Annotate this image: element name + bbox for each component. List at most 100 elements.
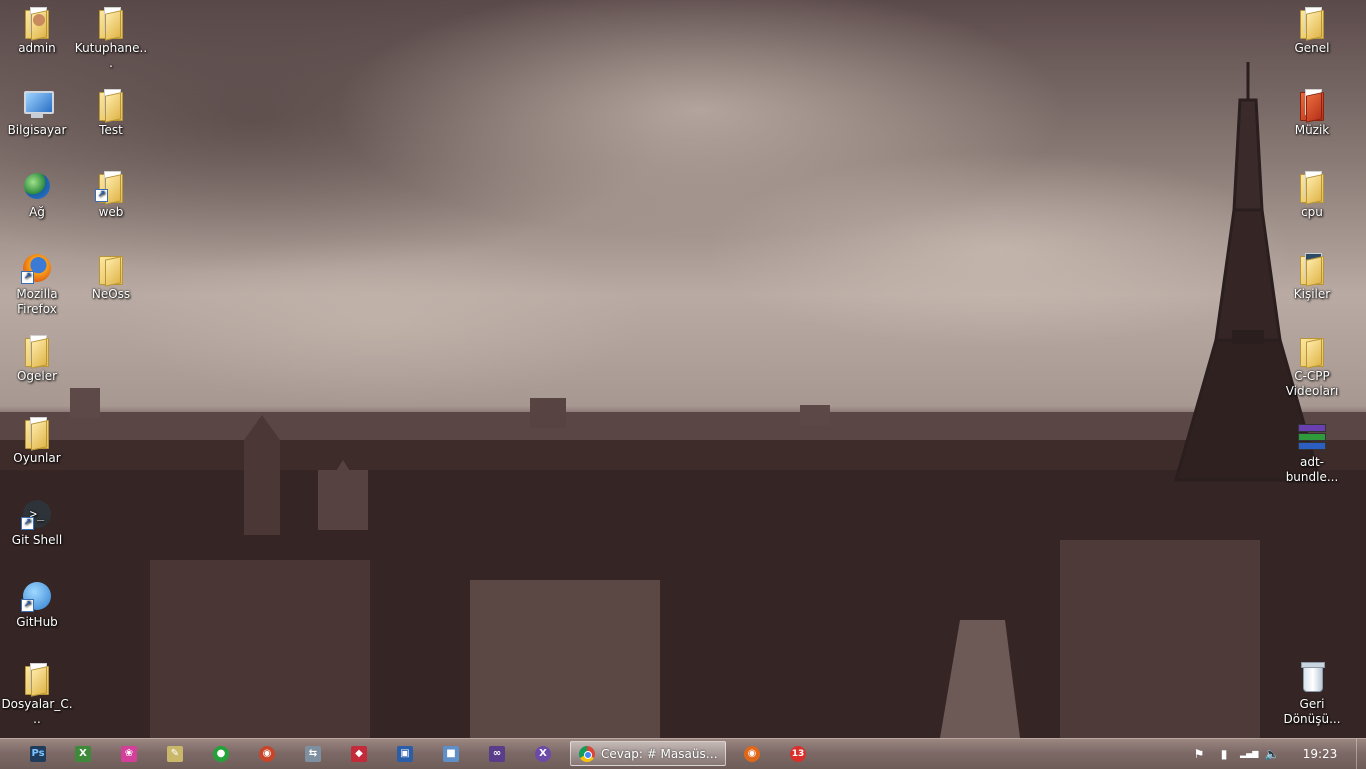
green-ball-icon: ● [213,746,229,762]
desktop-icon-label: Oyunlar [13,451,61,465]
taskbar-visual-studio-button[interactable]: ∞ [477,742,517,766]
taskbar-green-app-button[interactable]: ● [201,742,241,766]
firefox-icon: ↗ [21,252,53,284]
folder-shortcut-icon: ↗ [95,170,127,205]
folder-icon [21,416,53,451]
git-shell-icon: >_ ↗ [21,498,53,530]
desktop-icon-kisiler[interactable]: Kişiler [1275,252,1349,302]
desktop-icon-git-shell[interactable]: >_ ↗ Git Shell [0,498,74,548]
desktop-icon-oyunlar[interactable]: Oyunlar [0,416,74,466]
network-signal-icon[interactable]: ▂▄▆ [1240,746,1258,762]
desktop-icon-muzik[interactable]: Müzik [1275,88,1349,138]
cube-icon: ■ [443,746,459,762]
desktop-icon-label: Git Shell [11,533,63,547]
desktop-icon-label: Kişiler [1293,287,1331,301]
shortcut-arrow-icon: ↗ [95,189,108,202]
desktop-icon-adt-bundle[interactable]: adt-bundle... [1275,420,1349,485]
notepad-icon: ✎ [167,746,183,762]
desktop-icon-label: adt-bundle... [1285,455,1339,484]
desktop-icon-github[interactable]: ↗ GitHub [0,580,74,630]
taskbar-aurora-button[interactable]: ◉ [247,742,287,766]
desktop-icon-test[interactable]: Test [74,88,148,138]
taskbar-notepad-button[interactable]: ✎ [155,742,195,766]
flower-icon: ❀ [121,746,137,762]
desktop-icon-ag[interactable]: Ağ [0,170,74,220]
desktop-icon-label: Genel [1294,41,1330,55]
folder-icon [21,334,53,369]
action-center-flag-icon[interactable]: ⚑ [1191,746,1207,762]
desktop-icon-label: C-CPP Videoları [1285,369,1339,398]
desktop-icon-ogeler[interactable]: Ogeler [0,334,74,384]
badge-app-icon: 13 [790,746,806,762]
folder-icon [95,252,127,287]
user-folder-icon [21,6,53,41]
show-desktop-button[interactable] [1356,739,1366,769]
photoshop-icon: Ps [30,746,46,762]
desktop-icon-admin[interactable]: admin [0,6,74,56]
active-window-title: Cevap: # Masaüstü S... [601,746,719,761]
aurora-icon: ◉ [259,746,275,762]
taskbar-network-tool-button[interactable]: ⇆ [293,742,333,766]
desktop-icon-label: Kutuphane... [74,41,148,70]
spreadsheet-icon: X [75,746,91,762]
desktop-icon-kutuphane[interactable]: Kutuphane... [74,6,148,71]
desktop-icon-label: Mozilla Firefox [16,287,58,316]
desktop-icon-c-cpp-videolari[interactable]: C-CPP Videoları [1275,334,1349,399]
desktop-icon-genel[interactable]: Genel [1275,6,1349,56]
taskbar-gem-app-button[interactable]: ◆ [339,742,379,766]
contacts-folder-icon [1296,252,1328,287]
network-tool-icon: ⇆ [305,746,321,762]
taskbar-xamarin-button[interactable]: X [523,742,563,766]
taskbar-firefox-button[interactable]: ◉ [732,742,772,766]
taskbar-chrome-window-button[interactable]: Cevap: # Masaüstü S... [570,741,726,766]
chrome-icon [579,745,595,762]
desktop-icon-cpu[interactable]: cpu [1275,170,1349,220]
xamarin-icon: X [535,746,551,762]
desktop-icon-mozilla-firefox[interactable]: ↗ Mozilla Firefox [0,252,74,317]
desktop-wallpaper: admin Bilgisayar Ağ ↗ Mozilla Firefox Og… [0,0,1366,738]
shortcut-arrow-icon: ↗ [21,517,34,530]
desktop-icon-recycle-bin[interactable]: Geri Dönüşü... [1275,662,1349,727]
desktop-icon-label: Dosyalar_C... [1,697,73,726]
visual-studio-icon: ∞ [489,746,505,762]
desktop-icon-label: admin [18,41,56,55]
desktop-icon-label: Geri Dönüşü... [1283,697,1341,726]
taskbar: Ps X ❀ ✎ ● ◉ ⇆ ◆ ▣ ■ ∞ X Cevap: # Masaüs… [0,738,1366,769]
desktop-icon-label: Ağ [29,205,45,219]
desktop-icon-label: Bilgisayar [7,123,67,137]
taskbar-excel-button[interactable]: X [63,742,103,766]
desktop-icon-label: GitHub [16,615,58,629]
network-icon [21,170,53,202]
folder-icon [21,662,53,697]
desktop-icon-label: cpu [1301,205,1323,219]
github-icon: ↗ [21,580,53,612]
folder-icon [95,88,127,123]
clock[interactable]: 19:23 [1300,747,1340,761]
recycle-bin-icon [1296,662,1328,694]
shortcut-arrow-icon: ↗ [21,271,34,284]
desktop-icon-web[interactable]: ↗ web [74,170,148,220]
taskbar-screen-app-button[interactable]: ▣ [385,742,425,766]
desktop-icon-neoss[interactable]: NeOss [74,252,148,302]
desktop-icon-label: NeOss [91,287,131,301]
desktop-icon-label: Test [99,123,123,137]
paris-skyline-wallpaper [0,62,1366,738]
shortcut-arrow-icon: ↗ [21,599,34,612]
desktop-icon-bilgisayar[interactable]: Bilgisayar [0,88,74,138]
folder-icon [95,6,127,41]
firefox-icon: ◉ [744,746,760,762]
desktop-icon-dosyalar[interactable]: Dosyalar_C... [0,662,74,727]
screen-icon: ▣ [397,746,413,762]
winrar-archive-icon [1296,420,1328,452]
desktop-icon-label: web [98,205,124,219]
desktop-icon-label: Müzik [1294,123,1330,137]
taskbar-badge-app-button[interactable]: 13 [778,742,818,766]
folder-icon [1296,334,1328,369]
taskbar-pink-app-button[interactable]: ❀ [109,742,149,766]
volume-icon[interactable]: 🔈 [1264,746,1280,762]
taskbar-photoshop-button[interactable]: Ps [18,742,58,766]
folder-icon [1296,170,1328,205]
desktop-icon-label: Ogeler [16,369,58,383]
power-icon[interactable]: ▮ [1216,746,1232,762]
taskbar-cube-app-button[interactable]: ■ [431,742,471,766]
